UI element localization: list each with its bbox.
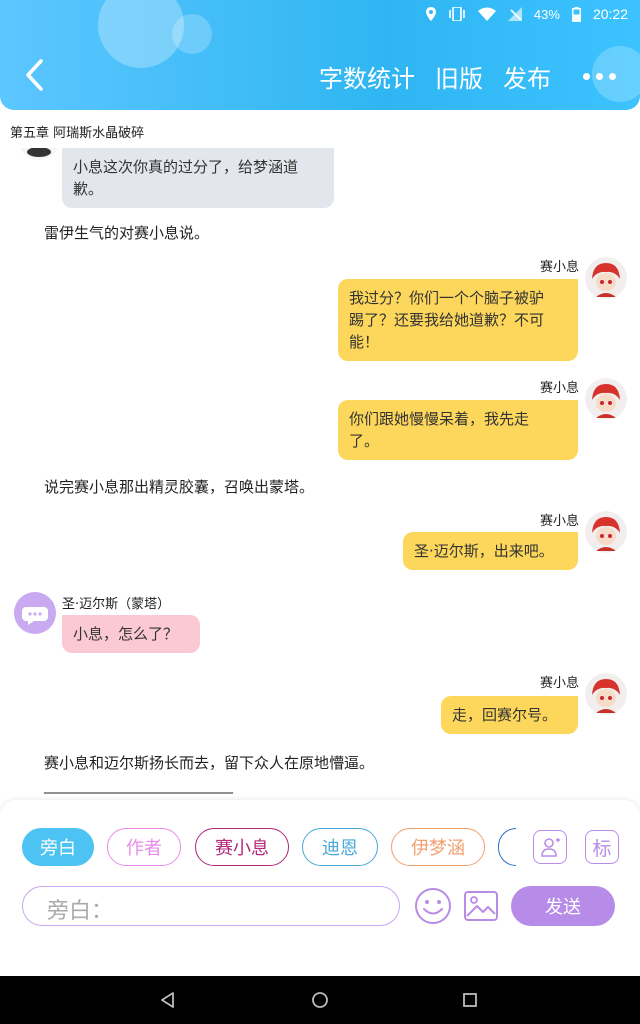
narration-text: 说完赛小息那出精灵胶囊，召唤出蒙塔。 [44, 478, 315, 496]
send-button[interactable]: 发送 [511, 886, 615, 926]
role-chip-narrator[interactable]: 旁白 [22, 828, 94, 866]
image-icon[interactable] [462, 887, 500, 925]
old-version-button[interactable]: 旧版 [435, 59, 483, 94]
separator-line: ___________________________ [44, 778, 233, 794]
chat-area[interactable]: 小息这次你真的过分了，给梦涵道 歉。 雷伊生气的对赛小息说。 赛小息 我过分？你… [0, 148, 640, 800]
nav-home-icon[interactable] [311, 991, 329, 1009]
add-role-icon[interactable] [533, 830, 567, 864]
avatar[interactable] [18, 148, 60, 160]
battery-percent: 43% [533, 6, 560, 22]
message-line: 小息这次你真的过分了，给梦涵道 [73, 158, 299, 176]
more-icon[interactable] [583, 72, 616, 80]
chapter-title: 第五章 阿瑞斯水晶破碎 [10, 126, 145, 141]
nav-back-icon[interactable] [160, 992, 176, 1008]
message-bubble[interactable]: 走，回赛尔号。 [441, 696, 578, 734]
message-line: 歉。 [73, 180, 104, 198]
wifi-icon [477, 7, 496, 21]
status-bar: 43% 20:22 [425, 4, 628, 24]
message-line: 能！ [349, 333, 380, 351]
system-nav-bar [0, 976, 640, 1024]
role-chip-yimenghan[interactable]: 伊梦涵 [391, 828, 485, 866]
message-line: 我过分？你们一个个脑子被驴 [349, 289, 545, 307]
tag-icon-label: 标 [592, 837, 612, 860]
compose-panel: 旁白 作者 赛小息 迪恩 伊梦涵 标 旁白： 发送 [0, 800, 640, 976]
message-line: 走，回赛尔号。 [452, 706, 558, 724]
role-chip-saixiaoxi[interactable]: 赛小息 [195, 828, 289, 866]
battery-icon [572, 6, 581, 22]
input-role-label: 旁白： [47, 899, 114, 924]
message-bubble[interactable]: 圣·迈尔斯，出来吧。 [403, 532, 578, 570]
avatar[interactable] [585, 257, 627, 299]
sender-name: 赛小息 [539, 381, 579, 396]
header-actions: 字数统计 旧版 发布 [319, 58, 640, 94]
avatar[interactable] [585, 673, 627, 715]
sender-name: 赛小息 [539, 514, 579, 529]
message-bubble[interactable]: 小息这次你真的过分了，给梦涵道 歉。 [62, 148, 334, 208]
avatar[interactable] [585, 378, 627, 420]
message-line: 你们跟她慢慢呆着，我先走 [349, 410, 530, 428]
narration-text: 雷伊生气的对赛小息说。 [44, 224, 210, 242]
message-line: 了。 [349, 432, 380, 450]
app-header: 43% 20:22 字数统计 旧版 发布 [0, 0, 640, 110]
sender-name: 赛小息 [539, 676, 579, 691]
back-chevron-icon[interactable] [22, 58, 50, 92]
location-icon [425, 7, 436, 21]
message-bubble[interactable]: 小息，怎么了？ [62, 615, 200, 653]
tag-icon[interactable]: 标 [585, 830, 619, 864]
message-bubble[interactable]: 你们跟她慢慢呆着，我先走 了。 [338, 400, 578, 460]
emoji-icon[interactable] [413, 886, 453, 926]
nav-recents-icon[interactable] [462, 992, 478, 1008]
sender-name: 圣·迈尔斯（蒙塔） [62, 597, 171, 612]
message-bubble[interactable]: 我过分？你们一个个脑子被驴 踢了？还要我给她道歉？不可 能！ [338, 279, 578, 361]
sender-name: 赛小息 [539, 260, 579, 275]
role-chip-partial[interactable] [498, 828, 516, 866]
message-line: 踢了？还要我给她道歉？不可 [349, 311, 545, 329]
vibrate-icon [449, 7, 465, 21]
publish-button[interactable]: 发布 [503, 59, 551, 94]
role-chip-author[interactable]: 作者 [107, 828, 181, 866]
message-line: 小息，怎么了？ [73, 625, 179, 643]
message-line: 圣·迈尔斯，出来吧。 [414, 542, 554, 560]
avatar[interactable] [14, 592, 56, 634]
narration-input[interactable]: 旁白： [22, 886, 400, 926]
avatar[interactable] [585, 511, 627, 553]
clock: 20:22 [592, 6, 628, 22]
narration-text: 赛小息和迈尔斯扬长而去，留下众人在原地懵逼。 [44, 754, 375, 772]
role-chip-dien[interactable]: 迪恩 [302, 828, 378, 866]
word-count-button[interactable]: 字数统计 [319, 59, 415, 94]
header-decoration [172, 14, 212, 54]
no-sim-icon [507, 7, 522, 21]
